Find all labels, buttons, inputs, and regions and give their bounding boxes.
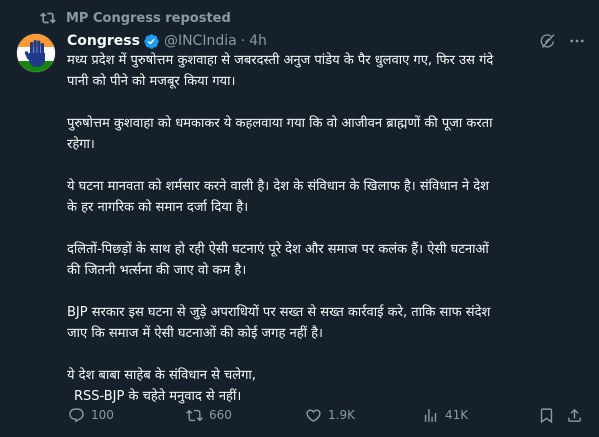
tweet-actions: 100 660 1.9K 41K — [60, 403, 590, 427]
bookmark-button[interactable] — [538, 403, 555, 427]
congress-hand-logo — [17, 34, 55, 72]
tweet-line: के हर नागरिक को समान दर्जा दिया है। — [67, 200, 249, 215]
tweet-line: पुरुषोत्तम कुशवाहा को धमकाकर ये कहलवाया … — [67, 116, 493, 131]
tweet-line: की जितनी भर्त्सना की जाए वो कम है। — [67, 263, 247, 278]
tweet-line: ये घटना मानवता को शर्मसार करने वाली है। … — [67, 179, 490, 194]
share-icon — [568, 408, 581, 422]
reply-count: 100 — [91, 408, 114, 422]
tweet-line: मध्य प्रदेश में पुरुषोत्तम कुशवाहा से जब… — [67, 53, 494, 68]
view-count: 41K — [445, 408, 469, 422]
tweet-line: दलितों-पिछड़ों के साथ हो रही ऐसी घटनाएं … — [67, 242, 489, 257]
tweet-line: BJP सरकार इस घटना से जुड़े अपराधियों पर … — [67, 305, 491, 320]
bookmark-icon — [540, 407, 553, 423]
grok-icon[interactable] — [539, 32, 557, 50]
tweet-header: Congress @INCIndia · 4h — [67, 31, 267, 51]
post-time[interactable]: 4h — [249, 33, 267, 49]
repost-indicator[interactable]: MP Congress reposted — [40, 8, 231, 28]
tweet-line: जाए कि समाज में ऐसी घटनाओं की कोई जगह नह… — [67, 326, 323, 341]
share-button[interactable] — [566, 403, 583, 427]
reply-button[interactable]: 100 — [68, 403, 114, 427]
views-chart-icon — [424, 408, 437, 422]
avatar[interactable] — [16, 33, 56, 73]
separator-dot: · — [240, 33, 246, 49]
repost-icon — [186, 409, 203, 421]
views-button[interactable]: 41K — [422, 403, 468, 427]
tweet-text: मध्य प्रदेश में पुरुषोत्तम कुशवाहा से जब… — [67, 50, 587, 407]
like-button[interactable]: 1.9K — [305, 403, 355, 427]
tweet-line: पानी को पीने को मजबूर किया गया। — [67, 74, 236, 89]
repost-label: MP Congress reposted — [66, 10, 231, 26]
author-handle[interactable]: @INCIndia — [164, 33, 237, 49]
tweet-paragraph: पुरुषोत्तम कुशवाहा को धमकाकर ये कहलवाया … — [67, 113, 587, 155]
more-options-icon[interactable] — [568, 32, 586, 50]
author-name[interactable]: Congress — [67, 33, 140, 49]
heart-icon — [306, 408, 321, 422]
tweet-line: रहेगा। — [67, 137, 95, 152]
repost-count: 660 — [209, 408, 232, 422]
like-count: 1.9K — [328, 408, 355, 422]
tweet-paragraph: ये देश बाबा साहेब के संविधान से चलेगा, R… — [67, 365, 587, 407]
tweet-paragraph: ये घटना मानवता को शर्मसार करने वाली है। … — [67, 176, 587, 218]
verified-badge-icon[interactable] — [143, 33, 160, 50]
tweet-paragraph: मध्य प्रदेश में पुरुषोत्तम कुशवाहा से जब… — [67, 50, 587, 92]
tweet-paragraph: BJP सरकार इस घटना से जुड़े अपराधियों पर … — [67, 302, 587, 344]
tweet-line: ये देश बाबा साहेब के संविधान से चलेगा, — [67, 368, 256, 383]
repost-icon — [40, 12, 56, 24]
repost-button[interactable]: 660 — [186, 403, 232, 427]
tweet-paragraph: दलितों-पिछड़ों के साथ हो रही ऐसी घटनाएं … — [67, 239, 587, 281]
reply-icon — [69, 407, 84, 422]
